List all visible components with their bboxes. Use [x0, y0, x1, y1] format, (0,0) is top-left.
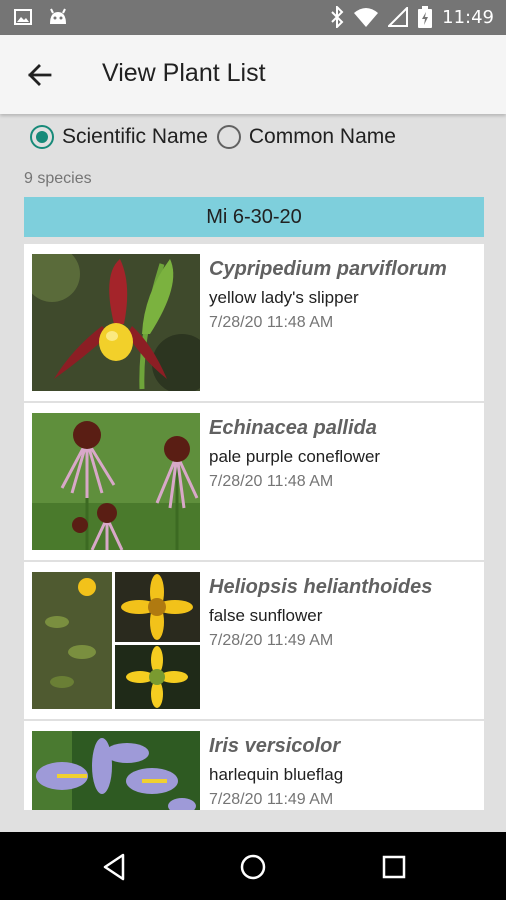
bluetooth-icon	[331, 6, 344, 28]
group-header[interactable]: Mi 6-30-20	[24, 197, 484, 237]
timestamp: 7/28/20 11:49 AM	[209, 632, 334, 649]
battery-icon	[418, 6, 433, 28]
scientific-name: Heliopsis helianthoides	[209, 576, 433, 598]
status-bar: 11:49	[0, 0, 506, 35]
plant-list-item[interactable]: Heliopsis helianthoides false sunflower …	[24, 562, 484, 719]
image-icon	[14, 9, 32, 25]
common-name: yellow lady's slipper	[209, 288, 359, 307]
common-name: pale purple coneflower	[209, 447, 381, 466]
radio-common-name[interactable]: Common Name	[216, 125, 396, 149]
radio-scientific-name[interactable]: Scientific Name	[30, 125, 208, 149]
signal-icon	[388, 7, 409, 27]
status-clock: 11:49	[442, 6, 494, 28]
radio-unchecked-icon	[216, 125, 241, 149]
scientific-name: Echinacea pallida	[209, 417, 377, 439]
app-bar: View Plant List	[0, 35, 506, 114]
navigation-bar	[0, 832, 506, 900]
status-left-icons	[14, 8, 68, 26]
scientific-name: Iris versicolor	[209, 735, 341, 757]
page-title: View Plant List	[102, 59, 266, 87]
radio-label: Common Name	[248, 125, 396, 148]
scientific-name: Cypripedium parviflorum	[209, 258, 447, 280]
name-toggle: Scientific Name Common Name	[30, 125, 396, 149]
common-name: false sunflower	[209, 606, 323, 625]
plant-photo	[32, 413, 200, 550]
plant-photo	[32, 572, 200, 709]
radio-label: Scientific Name	[62, 125, 208, 148]
timestamp: 7/28/20 11:48 AM	[209, 314, 334, 331]
android-icon	[50, 8, 66, 24]
plant-photo	[32, 254, 200, 391]
status-right-icons: 11:49	[330, 6, 494, 28]
timestamp: 7/28/20 11:48 AM	[209, 473, 334, 490]
home-circle-icon[interactable]	[236, 850, 270, 884]
back-triangle-icon[interactable]	[97, 850, 131, 884]
plant-list[interactable]: Cypripedium parviflorum yellow lady's sl…	[24, 244, 484, 810]
timestamp: 7/28/20 11:49 AM	[209, 791, 334, 808]
radio-checked-icon	[30, 125, 54, 149]
plant-photo	[32, 731, 200, 810]
arrow-back-icon[interactable]	[26, 61, 54, 89]
plant-list-item[interactable]: Cypripedium parviflorum yellow lady's sl…	[24, 244, 484, 401]
recents-square-icon[interactable]	[377, 850, 411, 884]
plant-list-item[interactable]: Echinacea pallida pale purple coneflower…	[24, 403, 484, 560]
common-name: harlequin blueflag	[209, 765, 344, 784]
wifi-icon	[354, 8, 379, 27]
species-count: 9 species	[24, 170, 92, 187]
plant-list-item[interactable]: Iris versicolor harlequin blueflag 7/28/…	[24, 721, 484, 810]
